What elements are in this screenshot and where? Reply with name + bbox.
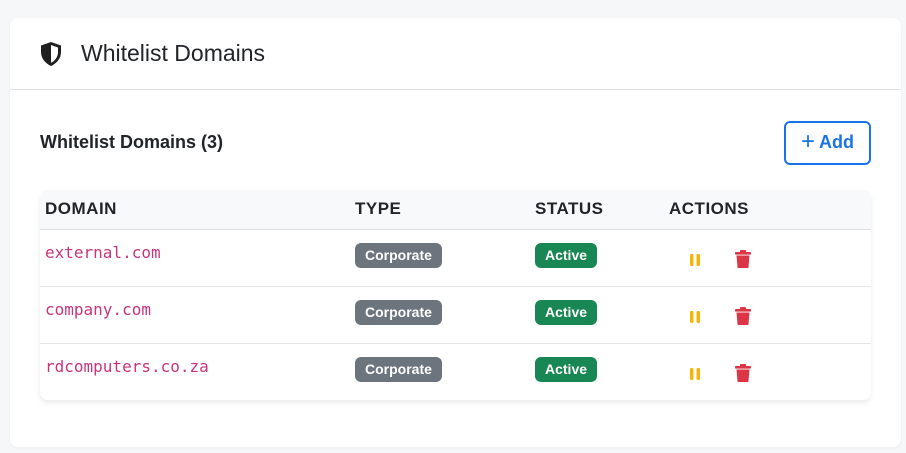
plus-icon: +: [800, 127, 815, 155]
type-badge: Corporate: [355, 299, 442, 325]
column-header-type: TYPE: [355, 199, 402, 219]
trash-icon[interactable]: [731, 305, 755, 329]
column-header-actions: ACTIONS: [669, 199, 749, 219]
pause-icon[interactable]: [683, 362, 707, 386]
column-header-status: STATUS: [535, 199, 604, 219]
card-header: Whitelist Domains: [10, 18, 901, 90]
status-badge: Active: [535, 242, 598, 268]
domain-cell: company.com: [45, 299, 151, 319]
table-row: rdcomputers.co.za Corporate Active: [40, 343, 871, 400]
domains-table-wrapper: DOMAIN TYPE STATUS ACTIONS external.com …: [40, 190, 871, 400]
domains-table: DOMAIN TYPE STATUS ACTIONS external.com …: [40, 190, 871, 400]
card-body: Whitelist Domains (3) + Add DOMAIN TYPE …: [10, 90, 901, 400]
row-actions: [669, 357, 871, 386]
table-row: external.com Corporate Active: [40, 229, 871, 286]
page-title: Whitelist Domains: [81, 40, 266, 66]
row-actions: [669, 300, 871, 329]
domain-cell: external.com: [45, 242, 161, 262]
table-header-row: DOMAIN TYPE STATUS ACTIONS: [40, 190, 871, 229]
table-row: company.com Corporate Active: [40, 286, 871, 343]
add-domain-button[interactable]: + Add: [784, 120, 871, 165]
status-badge: Active: [535, 299, 598, 325]
type-badge: Corporate: [355, 242, 442, 268]
add-button-label: Add: [819, 132, 854, 152]
status-badge: Active: [535, 356, 598, 382]
domain-cell: rdcomputers.co.za: [45, 356, 209, 376]
row-actions: [669, 243, 871, 272]
trash-icon[interactable]: [731, 362, 755, 386]
pause-icon[interactable]: [683, 248, 707, 272]
trash-icon[interactable]: [731, 248, 755, 272]
shield-icon: [39, 41, 65, 67]
pause-icon[interactable]: [683, 305, 707, 329]
type-badge: Corporate: [355, 356, 442, 382]
section-title: Whitelist Domains (3): [40, 132, 224, 152]
section-header: Whitelist Domains (3) + Add: [40, 90, 871, 190]
column-header-domain: DOMAIN: [45, 199, 117, 219]
whitelist-card: Whitelist Domains Whitelist Domains (3) …: [10, 18, 901, 447]
